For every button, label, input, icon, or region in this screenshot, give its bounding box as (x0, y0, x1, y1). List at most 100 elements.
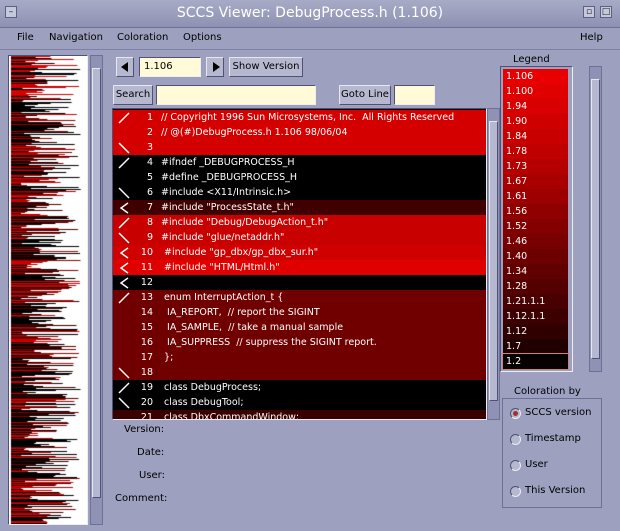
coloration-option-label[interactable]: Timestamp (525, 433, 581, 444)
show-version-button[interactable]: Show Version (229, 57, 303, 77)
code-line[interactable]: 8 #include "Debug/DebugAction_t.h" (113, 215, 486, 230)
legend-item[interactable]: 1.100 (503, 84, 568, 99)
line-text: #include "glue/netaddr.h" (161, 232, 285, 243)
code-line[interactable]: 18 (113, 365, 486, 380)
version-field[interactable]: 1.106 (139, 57, 201, 77)
line-number: 19 (140, 382, 153, 393)
code-line[interactable]: 3 (113, 140, 486, 155)
code-line[interactable]: 7 #include "ProcessState_t.h" (113, 200, 486, 215)
menu-help[interactable]: Help (580, 32, 603, 43)
legend-item[interactable]: 1.12.1.1 (503, 309, 568, 324)
coloration-radio[interactable] (510, 434, 521, 445)
legend-item[interactable]: 1.2 (502, 353, 569, 370)
overview-scrollbar[interactable] (90, 55, 103, 525)
change-marker-icon (117, 350, 131, 365)
search-button[interactable]: Search (113, 85, 153, 105)
legend-item[interactable]: 1.28 (503, 279, 568, 294)
maximize-button[interactable]: □ (600, 6, 612, 18)
change-marker-icon (117, 305, 131, 320)
version-label: Version: (124, 424, 165, 435)
coloration-radio[interactable] (510, 408, 521, 419)
code-scrollbar[interactable] (487, 108, 500, 420)
code-line[interactable]: 2 // @(#)DebugProcess.h 1.106 98/06/04 (113, 125, 486, 140)
legend-item[interactable]: 1.90 (503, 114, 568, 129)
code-line[interactable]: 9 #include "glue/netaddr.h" (113, 230, 486, 245)
line-text: IA_SAMPLE, // take a manual sample (161, 322, 344, 333)
code-line[interactable]: 21 class DbxCommandWindow; (113, 410, 486, 419)
source-code-view[interactable]: 1 // Copyright 1996 Sun Microsystems, Inc… (112, 108, 487, 420)
legend-item[interactable]: 1.46 (503, 234, 568, 249)
coloration-option-label[interactable]: User (525, 459, 548, 470)
line-number: 14 (140, 307, 153, 318)
change-marker-icon (117, 140, 131, 155)
code-line[interactable]: 1 // Copyright 1996 Sun Microsystems, Inc… (113, 110, 486, 125)
line-number: 9 (146, 232, 153, 243)
code-line[interactable]: 13 enum InterruptAction_t { (113, 290, 486, 305)
line-text: class DebugProcess; (161, 382, 262, 393)
goto-line-button[interactable]: Goto Line (339, 85, 391, 105)
code-line[interactable]: 14 IA_REPORT, // report the SIGINT (113, 305, 486, 320)
code-line[interactable]: 12 (113, 275, 486, 290)
legend-title: Legend (513, 54, 550, 65)
legend-item[interactable]: 1.34 (503, 264, 568, 279)
code-line[interactable]: 16 IA_SUPPRESS // suppress the SIGINT re… (113, 335, 486, 350)
legend-item[interactable]: 1.106 (503, 69, 568, 84)
menu-file[interactable]: File (17, 32, 34, 43)
line-text: #ifndef _DEBUGPROCESS_H (161, 157, 295, 168)
menu-options[interactable]: Options (183, 32, 222, 43)
coloration-radio[interactable] (510, 486, 521, 497)
change-marker-icon (117, 125, 131, 140)
code-line[interactable]: 17 }; (113, 350, 486, 365)
line-text: IA_REPORT, // report the SIGINT (161, 307, 320, 318)
previous-version-button[interactable] (116, 57, 134, 77)
legend-item[interactable]: 1.40 (503, 249, 568, 264)
change-marker-icon (117, 335, 131, 350)
code-scroll-thumb[interactable] (489, 121, 498, 401)
change-marker-icon (117, 170, 131, 185)
menu-navigation[interactable]: Navigation (49, 32, 103, 43)
legend-item[interactable]: 1.78 (503, 144, 568, 159)
window-title: SCCS Viewer: DebugProcess.h (1.106) (176, 5, 444, 21)
code-line[interactable]: 5 #define _DEBUGPROCESS_H (113, 170, 486, 185)
change-marker-icon (117, 215, 131, 230)
change-marker-icon (117, 275, 131, 290)
legend-item[interactable]: 1.94 (503, 99, 568, 114)
legend-item[interactable]: 1.12 (503, 324, 568, 339)
legend-item[interactable]: 1.73 (503, 159, 568, 174)
line-text: }; (161, 352, 174, 363)
code-line[interactable]: 19 class DebugProcess; (113, 380, 486, 395)
coloration-option-label[interactable]: SCCS version (525, 407, 591, 418)
legend-scroll-thumb[interactable] (591, 79, 600, 359)
legend-item[interactable]: 1.67 (503, 174, 568, 189)
legend-item[interactable]: 1.56 (503, 204, 568, 219)
file-overview-map[interactable] (8, 55, 88, 525)
next-version-button[interactable] (206, 57, 224, 77)
user-label: User: (139, 470, 165, 481)
menu-bar: File Navigation Coloration Options Help (0, 28, 620, 50)
code-line[interactable]: 10 #include "gp_dbx/gp_dbx_sur.h" (113, 245, 486, 260)
search-input[interactable] (156, 85, 316, 105)
code-line[interactable]: 20 class DebugTool; (113, 395, 486, 410)
change-marker-icon (117, 185, 131, 200)
overview-scroll-thumb[interactable] (92, 68, 101, 498)
legend-item[interactable]: 1.21.1.1 (503, 294, 568, 309)
legend-item[interactable]: 1.7 (503, 339, 568, 354)
code-line[interactable]: 15 IA_SAMPLE, // take a manual sample (113, 320, 486, 335)
legend-item[interactable]: 1.61 (503, 189, 568, 204)
menu-coloration[interactable]: Coloration (117, 32, 168, 43)
line-text: #include "ProcessState_t.h" (161, 202, 294, 213)
change-marker-icon (117, 365, 131, 380)
code-line[interactable]: 11 #include "HTML/Html.h" (113, 260, 486, 275)
coloration-option-label[interactable]: This Version (525, 485, 585, 496)
legend-item[interactable]: 1.52 (503, 219, 568, 234)
code-line[interactable]: 4 #ifndef _DEBUGPROCESS_H (113, 155, 486, 170)
legend-scrollbar[interactable] (589, 66, 602, 372)
code-line[interactable]: 6 #include <X11/Intrinsic.h> (113, 185, 486, 200)
line-number: 3 (146, 142, 153, 153)
minimize-button[interactable]: ▫ (583, 6, 595, 18)
comment-label: Comment: (115, 493, 168, 504)
goto-line-input[interactable] (394, 85, 435, 105)
coloration-radio[interactable] (510, 460, 521, 471)
arrow-left-icon (121, 62, 128, 72)
legend-item[interactable]: 1.84 (503, 129, 568, 144)
